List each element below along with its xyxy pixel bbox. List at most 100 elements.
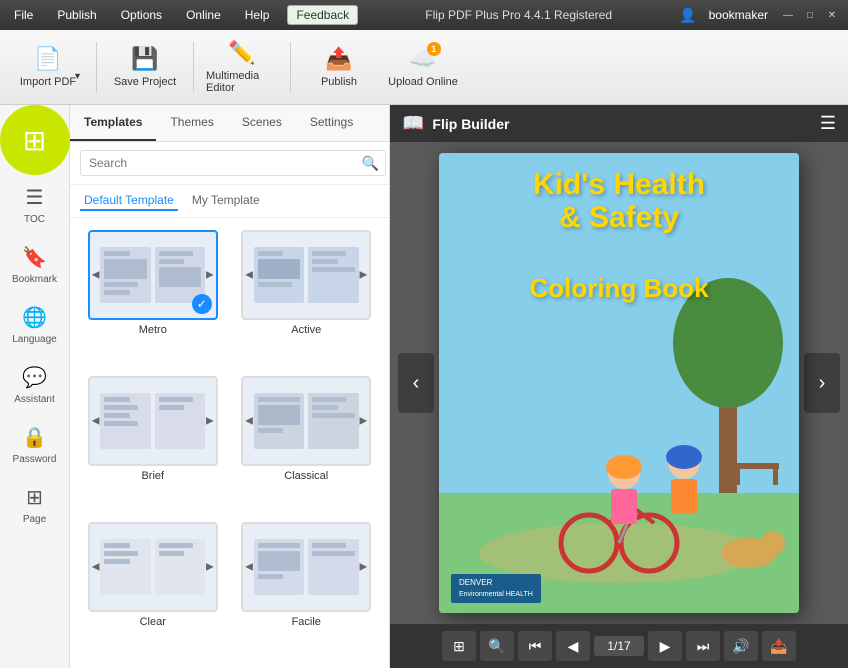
prev-page-btn-tb[interactable]: ◀ xyxy=(556,631,590,661)
template-card-classical[interactable]: ◀ ▶ Class xyxy=(236,376,378,510)
template-card-metro[interactable]: ◀ ▶ xyxy=(82,230,224,364)
tab-scenes[interactable]: Scenes xyxy=(228,105,296,141)
upload-badge: 1 xyxy=(427,42,441,56)
design-button[interactable]: ⊞ xyxy=(0,105,70,175)
template-card-facile[interactable]: ◀ ▶ Facile xyxy=(236,522,378,656)
import-pdf-button[interactable]: 📄 Import PDF xyxy=(8,35,88,100)
titlebar: File Publish Options Online Help Feedbac… xyxy=(0,0,848,30)
template-mock-facile xyxy=(250,535,363,600)
multimedia-editor-button[interactable]: ✏️ Multimedia Editor xyxy=(202,35,282,100)
password-icon: 🔒 xyxy=(22,425,47,450)
template-name-facile: Facile xyxy=(292,616,321,628)
template-mock-active xyxy=(250,243,363,308)
close-button[interactable]: ✕ xyxy=(824,7,840,23)
template-card-active[interactable]: ◀ ▶ Activ xyxy=(236,230,378,364)
toolbar: 📄 Import PDF 💾 Save Project ✏️ Multimedi… xyxy=(0,30,848,105)
assistant-label: Assistant xyxy=(14,394,55,405)
bookmark-icon: 🔖 xyxy=(22,245,47,270)
template-card-brief[interactable]: ◀ ▶ Brief xyxy=(82,376,224,510)
page-label: Page xyxy=(23,514,46,525)
sidebar-item-language[interactable]: 🌐 Language xyxy=(0,295,70,355)
publish-icon: 📤 xyxy=(325,46,352,72)
template-card-clear[interactable]: ◀ ▶ Clear xyxy=(82,522,224,656)
first-page-button[interactable]: ⏮ xyxy=(518,631,552,661)
import-pdf-label: Import PDF xyxy=(20,76,76,88)
template-thumb-brief: ◀ ▶ xyxy=(88,376,218,466)
last-page-button[interactable]: ⏭ xyxy=(686,631,720,661)
page-icon: ⊞ xyxy=(26,485,43,510)
minimize-button[interactable]: — xyxy=(780,7,796,23)
page-display: 1/17 xyxy=(594,636,644,656)
sidebar-item-page[interactable]: ⊞ Page xyxy=(0,475,70,535)
subtab-default-template[interactable]: Default Template xyxy=(80,191,178,211)
template-name-brief: Brief xyxy=(141,470,164,482)
online-menu[interactable]: Online xyxy=(180,6,227,24)
assistant-icon: 💬 xyxy=(22,365,47,390)
password-label: Password xyxy=(13,454,57,465)
import-pdf-icon: 📄 xyxy=(34,46,61,72)
publish-button[interactable]: 📤 Publish xyxy=(299,35,379,100)
preview-content: ‹ xyxy=(390,142,848,624)
sidebar-item-toc[interactable]: ☰ TOC xyxy=(0,175,70,235)
template-name-active: Active xyxy=(291,324,321,336)
window-controls: — □ ✕ xyxy=(780,7,840,23)
publish-label: Publish xyxy=(321,76,357,88)
flip-builder-icon: 📖 xyxy=(402,113,424,134)
toolbar-separator-3 xyxy=(290,42,291,92)
grid-view-button[interactable]: ⊞ xyxy=(442,631,476,661)
upload-online-button[interactable]: ☁️ 1 Upload Online xyxy=(383,35,463,100)
help-menu[interactable]: Help xyxy=(239,6,276,24)
zoom-in-button[interactable]: 🔍 xyxy=(480,631,514,661)
nav-right-icon: ▶ xyxy=(206,270,214,281)
tab-settings[interactable]: Settings xyxy=(296,105,367,141)
app-title: Flip PDF Plus Pro 4.4.1 Registered xyxy=(370,8,667,22)
preview-toolbar: ⊞ 🔍 ⏮ ◀ 1/17 ▶ ⏭ 🔊 📤 xyxy=(390,624,848,668)
file-menu[interactable]: File xyxy=(8,6,39,24)
template-name-clear: Clear xyxy=(140,616,166,628)
audio-button[interactable]: 🔊 xyxy=(724,631,758,661)
template-grid: ◀ ▶ xyxy=(70,218,389,668)
preview-area: 📖 Flip Builder ☰ ‹ xyxy=(390,105,848,668)
subtab-my-template[interactable]: My Template xyxy=(188,191,264,211)
tab-templates[interactable]: Templates xyxy=(70,105,156,141)
search-input[interactable] xyxy=(80,150,386,176)
upload-online-label: Upload Online xyxy=(388,76,458,88)
template-thumb-classical: ◀ ▶ xyxy=(241,376,371,466)
feedback-button[interactable]: Feedback xyxy=(287,5,358,25)
prev-page-button[interactable]: ‹ xyxy=(398,353,434,413)
template-panel: Templates Themes Scenes Settings 🔍 Defau… xyxy=(70,105,390,668)
nav-right-icon-4: ▶ xyxy=(360,416,368,427)
preview-title-text: Flip Builder xyxy=(432,116,509,132)
cover-footer: DENVEREnvironmental HEALTH xyxy=(451,574,541,603)
tab-themes[interactable]: Themes xyxy=(156,105,227,141)
template-name-classical: Classical xyxy=(284,470,328,482)
toolbar-separator xyxy=(96,42,97,92)
publish-menu[interactable]: Publish xyxy=(51,6,102,24)
multimedia-editor-label: Multimedia Editor xyxy=(206,70,278,94)
template-thumb-metro: ◀ ▶ xyxy=(88,230,218,320)
preview-header: 📖 Flip Builder ☰ xyxy=(390,105,848,142)
search-bar: 🔍 xyxy=(70,142,389,185)
options-menu[interactable]: Options xyxy=(115,6,168,24)
sidebar-item-bookmark[interactable]: 🔖 Bookmark xyxy=(0,235,70,295)
save-project-button[interactable]: 💾 Save Project xyxy=(105,35,185,100)
template-tabs: Templates Themes Scenes Settings xyxy=(70,105,389,142)
left-sidebar: ⊞ ☰ TOC 🔖 Bookmark 🌐 Language 💬 Assistan… xyxy=(0,105,70,668)
main-area: ⊞ ☰ TOC 🔖 Bookmark 🌐 Language 💬 Assistan… xyxy=(0,105,848,668)
cover-subtitle: Coloring Book xyxy=(457,273,781,304)
save-project-icon: 💾 xyxy=(131,46,158,72)
book-cover: Kid's Health& Safety Coloring Book DENVE… xyxy=(439,153,799,613)
nav-right-icon-5: ▶ xyxy=(206,562,214,573)
template-mock-metro xyxy=(96,243,209,308)
template-mock-clear xyxy=(96,535,209,600)
sidebar-item-password[interactable]: 🔒 Password xyxy=(0,415,70,475)
next-page-button[interactable]: › xyxy=(804,353,840,413)
next-page-btn-tb[interactable]: ▶ xyxy=(648,631,682,661)
share-button[interactable]: 📤 xyxy=(762,631,796,661)
template-mock-classical xyxy=(250,389,363,454)
user-icon: 👤 xyxy=(679,7,696,24)
nav-right-icon-6: ▶ xyxy=(360,562,368,573)
hamburger-menu-button[interactable]: ☰ xyxy=(820,113,836,134)
sidebar-item-assistant[interactable]: 💬 Assistant xyxy=(0,355,70,415)
maximize-button[interactable]: □ xyxy=(802,7,818,23)
